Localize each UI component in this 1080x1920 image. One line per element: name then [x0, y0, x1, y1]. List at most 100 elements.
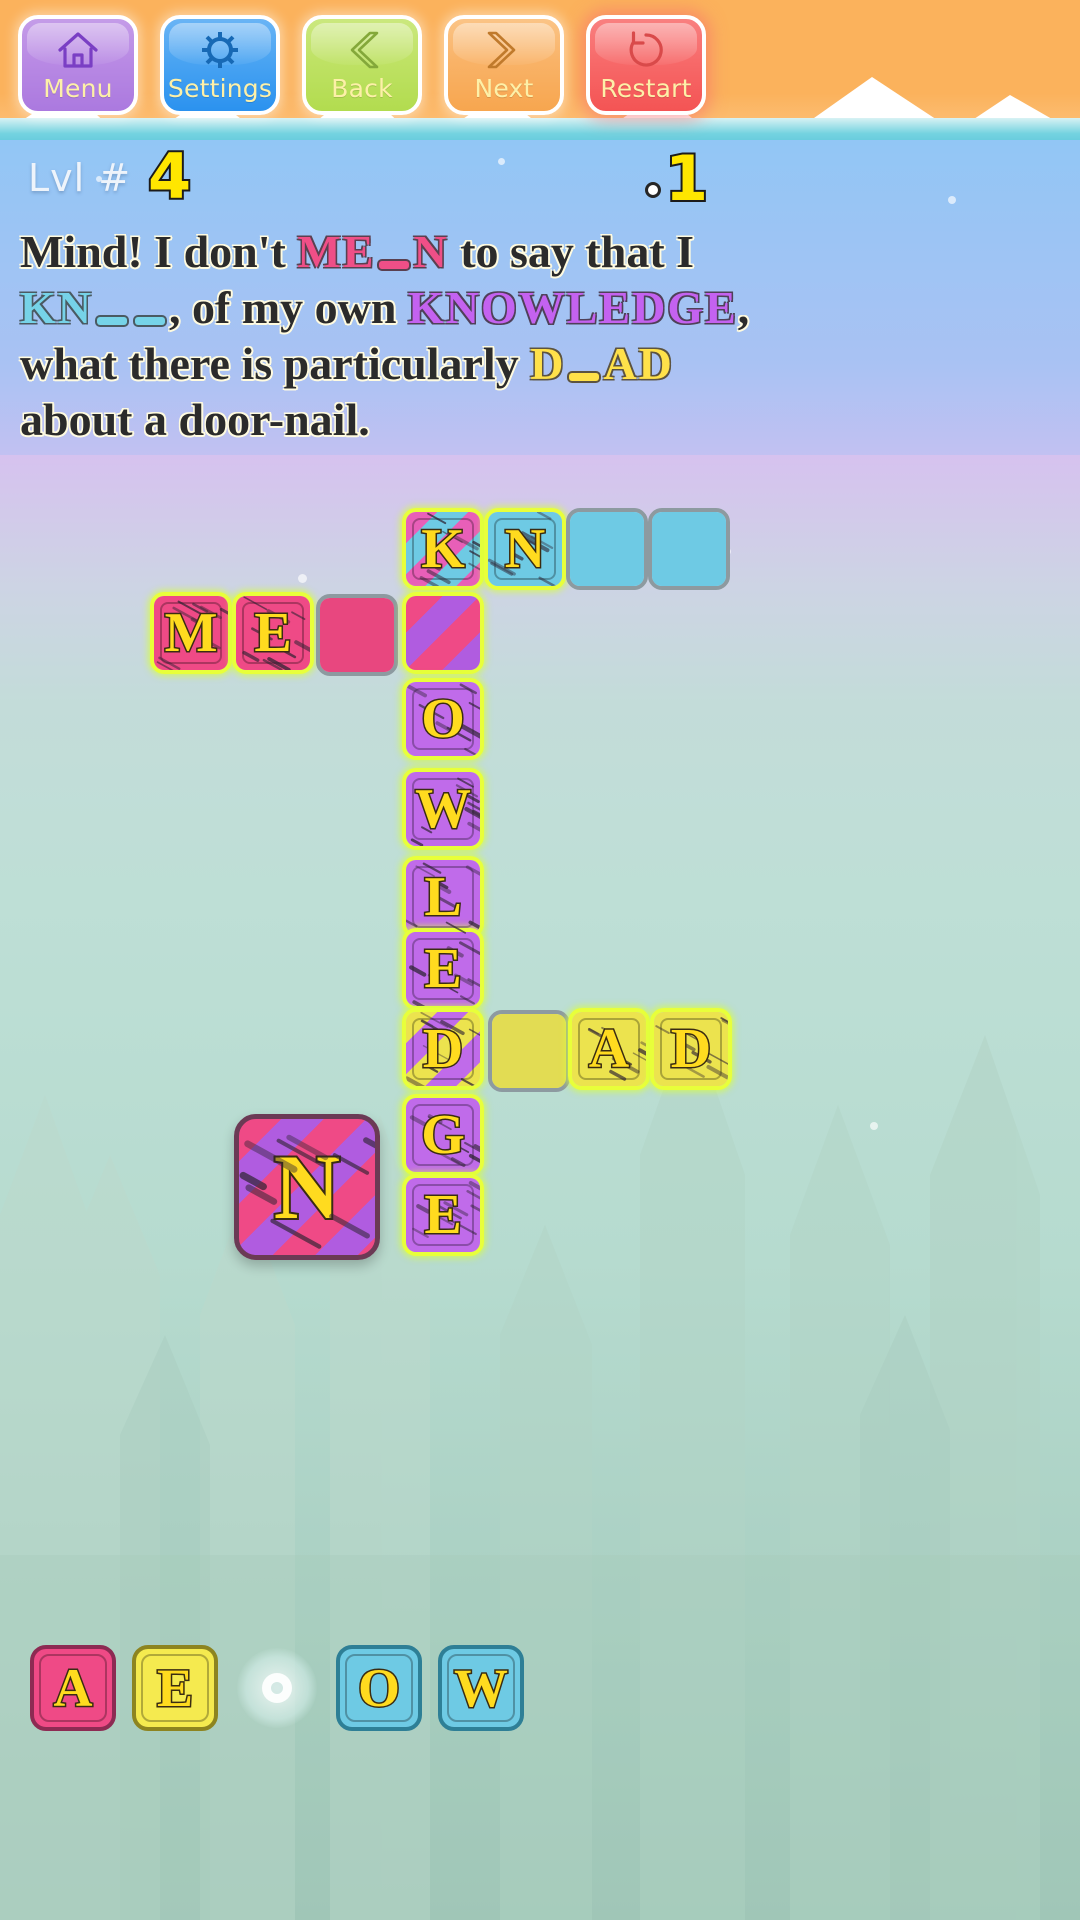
home-icon: [56, 28, 100, 72]
grid-cell-filled[interactable]: N: [484, 508, 566, 590]
grid-cell-face: E: [406, 1178, 480, 1252]
grid-cell-filled[interactable]: G: [402, 1094, 484, 1176]
grid-cell-face: W: [406, 772, 480, 846]
gear-icon: [199, 28, 241, 72]
menu-button-label: Menu: [43, 74, 113, 103]
grid-cell-face: A: [572, 1012, 646, 1086]
grid-cell-letter: M: [163, 601, 219, 666]
clue-token-ad: AD: [603, 338, 674, 389]
toolbar: Menu Settings Back Next Restart: [0, 0, 1080, 130]
settings-button[interactable]: Settings: [160, 15, 280, 115]
grid-cell-letter: L: [423, 865, 463, 930]
letter-tray: AE OW: [30, 1645, 524, 1731]
grid-cell-filled[interactable]: E: [402, 928, 484, 1010]
grid-cell-empty[interactable]: [402, 592, 484, 674]
grid-cell-face: [652, 512, 726, 586]
refresh-icon: [625, 28, 667, 72]
grid-cell-letter: N: [503, 517, 546, 582]
grid-cell-empty[interactable]: [316, 594, 398, 676]
ring-inner: [262, 1673, 292, 1703]
clue-line-4: about a door-nail.: [20, 392, 1065, 448]
tray-letter-tile[interactable]: O: [336, 1645, 422, 1731]
clue-token-me: ME: [297, 226, 376, 277]
clue-text: Mind! I don't ME N to say that I KN , of m…: [20, 224, 1065, 448]
tray-letter-tile[interactable]: W: [438, 1645, 524, 1731]
grid-cell-letter: O: [420, 687, 467, 752]
grid-cell-filled[interactable]: E: [402, 1174, 484, 1256]
clue-line-3: what there is particularly D AD: [20, 336, 1065, 392]
back-button[interactable]: Back: [302, 15, 422, 115]
grid-cell-filled[interactable]: M: [150, 592, 232, 674]
grid-cell-face: O: [406, 682, 480, 756]
grid-cell-face: G: [406, 1098, 480, 1172]
clue-blank: [379, 261, 410, 269]
grid-cell-face: E: [406, 932, 480, 1006]
grid-cell-face: E: [236, 596, 310, 670]
clue-token-n: N: [413, 226, 449, 277]
tray-letter-tile[interactable]: A: [30, 1645, 116, 1731]
grid-cell-letter: E: [423, 937, 463, 1002]
grid-cell-empty[interactable]: [566, 508, 648, 590]
clue-line2-suffix: ,: [737, 282, 750, 333]
clue-blank: [135, 317, 165, 325]
grid-cell-letter: D: [421, 1017, 464, 1082]
next-button[interactable]: Next: [444, 15, 564, 115]
tray-letter-tile-letter: O: [356, 1657, 401, 1720]
grid-cell-letter: A: [587, 1017, 630, 1082]
settings-button-label: Settings: [167, 74, 273, 103]
clue-blank: [97, 317, 127, 325]
tray-letter-tile[interactable]: E: [132, 1645, 218, 1731]
clue-token-d: D: [530, 338, 566, 389]
clue-blank: [569, 373, 600, 381]
next-button-label: Next: [474, 74, 534, 103]
clue-line3-prefix: what there is particularly: [20, 338, 531, 389]
score-indicator: 1: [645, 140, 710, 217]
level-number: 4: [146, 138, 193, 215]
grid-cell-empty[interactable]: [648, 508, 730, 590]
grid-cell-face: K: [406, 512, 480, 586]
clue-token-knowledge: KNOWLEDGE: [407, 282, 738, 333]
grid-cell-filled[interactable]: E: [232, 592, 314, 674]
clue-line1-suffix: to say that I: [448, 226, 695, 277]
grid-cell-filled[interactable]: W: [402, 768, 484, 850]
grid-cell-filled[interactable]: L: [402, 856, 484, 938]
grid-cell-letter: D: [669, 1017, 712, 1082]
grid-cell-empty[interactable]: [488, 1010, 570, 1092]
grid-cell-face: [406, 596, 480, 670]
tray-letter-tile-letter: E: [155, 1657, 194, 1720]
circle-icon: [645, 181, 661, 198]
chevron-left-icon: [340, 28, 384, 72]
grid-cell-filled[interactable]: K: [402, 508, 484, 590]
grid-cell-letter: E: [423, 1183, 463, 1248]
grid-cell-letter: G: [420, 1103, 467, 1168]
grid-cell-filled[interactable]: D: [650, 1008, 732, 1090]
clue-line4-text: about a door-nail.: [20, 394, 370, 445]
grid-cell-face: [492, 1014, 566, 1088]
level-label: Lvl #: [28, 156, 132, 200]
grid-cell-face: [320, 598, 394, 672]
grid-cell-face: [570, 512, 644, 586]
clue-token-kn: KN: [20, 282, 93, 333]
tray-letter-tile-letter: A: [52, 1657, 94, 1720]
menu-button[interactable]: Menu: [18, 15, 138, 115]
restart-button[interactable]: Restart: [586, 15, 706, 115]
clue-line-2: KN , of my own KNOWLEDGE,: [20, 280, 1065, 336]
grid-cell-face: M: [154, 596, 228, 670]
tray-letter-tile-letter: W: [453, 1657, 510, 1720]
clue-line1-prefix: Mind! I don't: [20, 226, 298, 277]
ring-icon: [237, 1648, 317, 1728]
grid-cell-letter: E: [253, 601, 293, 666]
grid-cell-face: D: [406, 1012, 480, 1086]
grid-cell-letter: W: [414, 777, 473, 842]
status-bar: Lvl # 4 1: [0, 138, 1080, 217]
clue-line-1: Mind! I don't ME N to say that I: [20, 224, 1065, 280]
grid-cell-filled[interactable]: O: [402, 678, 484, 760]
clue-line2-mid: , of my own: [169, 282, 408, 333]
tray-slot-empty: [234, 1645, 320, 1731]
grid-cell-filled[interactable]: D: [402, 1008, 484, 1090]
chevron-right-icon: [482, 28, 526, 72]
grid-cell-face: D: [654, 1012, 728, 1086]
back-button-label: Back: [331, 74, 393, 103]
restart-button-label: Restart: [600, 74, 692, 103]
grid-cell-filled[interactable]: A: [568, 1008, 650, 1090]
